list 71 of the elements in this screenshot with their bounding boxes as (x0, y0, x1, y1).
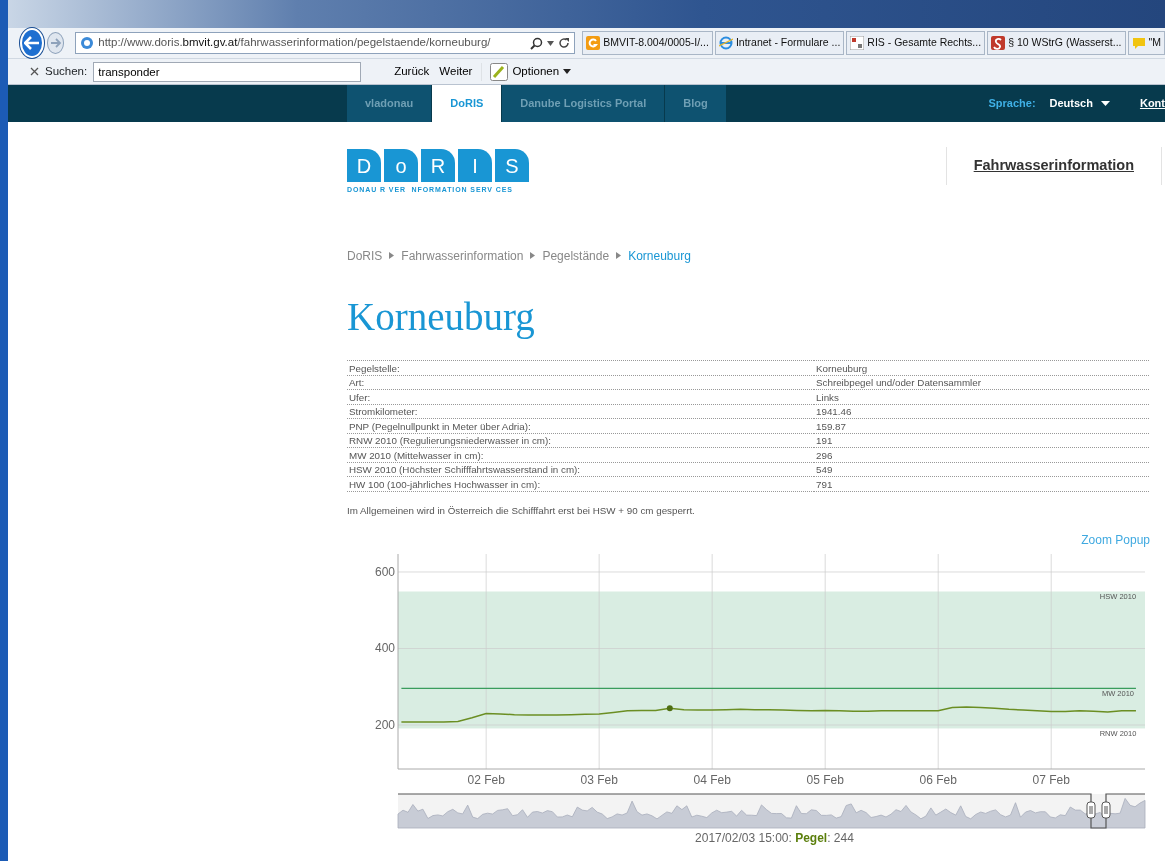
chevron-icon (616, 252, 622, 259)
table-cell: HW 100 (100-jährliches Hochwasser in cm): (347, 476, 814, 492)
chevron-icon (530, 252, 536, 259)
back-button[interactable] (20, 28, 44, 58)
browser-tab[interactable]: RIS - Gesamte Rechts... (846, 31, 986, 55)
axis-label: 400 (374, 641, 395, 656)
table-cell: Ufer: (347, 389, 814, 405)
site-icon (80, 36, 95, 50)
menu-item[interactable]: Fahrwasserinformation (945, 147, 1162, 186)
refresh-icon[interactable] (558, 37, 571, 49)
table-cell: PNP (Pegelnullpunkt in Meter über Adria): (347, 418, 814, 434)
axis-label: 02 Feb (467, 772, 505, 787)
address-bar[interactable]: http://www.doris.bmvit.gv.at/fahrwasserinformation/pegelstaende/korneuburg/ (75, 32, 576, 54)
browser-icon (718, 36, 733, 50)
table-cell: Art: (347, 375, 814, 390)
browser-tab[interactable]: § 10 WStrG (Wasserst... (987, 31, 1126, 55)
search-icon[interactable] (530, 36, 544, 50)
table-cell: 791 (814, 476, 1149, 492)
dropdown-icon[interactable] (547, 40, 555, 46)
close-icon[interactable] (30, 67, 39, 76)
breadcrumb-link[interactable]: Fahrwasserinformation (401, 246, 524, 265)
language-label: Sprache: (988, 96, 1036, 112)
axis-label: 05 Feb (806, 772, 844, 787)
table-cell: Links (814, 389, 1149, 405)
table-cell: 191 (814, 433, 1149, 448)
axis-label: 03 Feb (580, 772, 618, 787)
table-cell: Schreibpegel und/oder Datensammler (814, 375, 1149, 390)
page-title: Korneuburg (347, 295, 536, 339)
breadcrumb-link[interactable]: DoRIS (347, 246, 383, 265)
table-cell: Stromkilometer: (347, 404, 814, 419)
caret-icon (563, 69, 572, 74)
table-cell: MW 2010 (Mittelwasser in cm): (347, 447, 814, 463)
nav-link[interactable]: Kont (1139, 95, 1165, 112)
app-icon (586, 36, 601, 50)
chevron-icon (389, 252, 395, 259)
table-cell: Pegelstelle: (347, 360, 814, 376)
url-text: http://www.doris.bmvit.gv.at/fahrwasserinformation/pegelstaende/korneuburg/ (98, 35, 492, 51)
breadcrumb-link[interactable]: Pegelstände (542, 246, 610, 265)
pencil-icon (490, 62, 509, 81)
table-cell: 296 (814, 447, 1149, 463)
language-dropdown[interactable]: Deutsch (1049, 95, 1110, 112)
search-field[interactable]: transponder (93, 61, 362, 82)
app-icon (991, 36, 1006, 50)
range-handle[interactable] (1101, 801, 1111, 819)
tooltip-text: 2017/02/03 15:00: Pegel: 244 (694, 829, 855, 847)
arrow-left-icon (23, 36, 40, 50)
table-cell: HSW 2010 (Höchster Schifffahrtswasserstand in cm): (347, 462, 814, 477)
table-cell: 549 (814, 462, 1149, 477)
browser-tab[interactable]: BMVIT-8.004/0005-I/... (582, 31, 713, 55)
find-label: Suchen: (45, 63, 88, 79)
axis-label: 07 Feb (1032, 772, 1070, 787)
find-button[interactable]: Zurück (391, 62, 433, 81)
caret-icon (1100, 101, 1110, 106)
axis-label: 600 (374, 564, 395, 579)
axis-label: 200 (374, 717, 395, 732)
arrow-right-icon (49, 38, 62, 48)
range-handle[interactable] (1086, 801, 1096, 819)
find-button[interactable]: Weiter (436, 62, 476, 81)
data-point[interactable] (666, 704, 673, 711)
axis-label: 06 Feb (919, 772, 957, 787)
table-cell: RNW 2010 (Regulierungsniederwasser in cm): (347, 433, 814, 448)
options-button[interactable]: Optionen (481, 62, 575, 81)
axis-label: 04 Feb (693, 772, 731, 787)
document-icon (850, 36, 865, 50)
table-cell: Korneuburg (814, 360, 1149, 376)
browser-tab[interactable]: "M (1127, 31, 1165, 55)
browser-tab[interactable]: Intranet - Formulare ... (714, 31, 845, 55)
speech-bubble-icon (1131, 36, 1146, 50)
note-text: Im Allgemeinen wird in Österreich die Schifffahrt erst bei HSW + 90 cm gesperrt. (347, 503, 696, 518)
table-cell: 1941.46 (814, 404, 1149, 419)
table-cell: 159.87 (814, 418, 1149, 434)
